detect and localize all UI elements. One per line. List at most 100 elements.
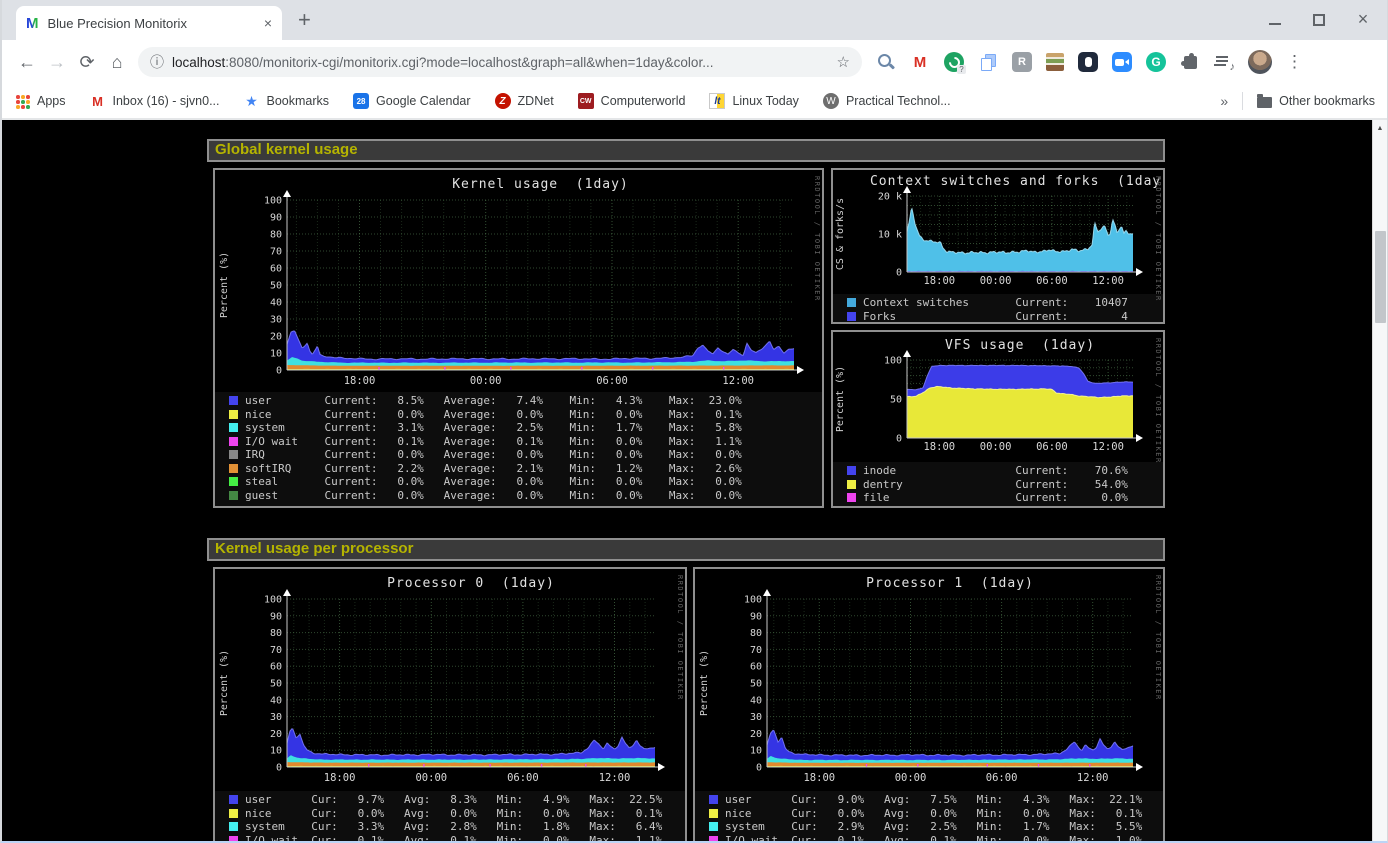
svg-text:40: 40 [750, 695, 762, 706]
legend-swatch [229, 795, 238, 804]
legend-text: system Cur: 2.9% Avg: 2.5% Min: 1.7% Max… [725, 820, 1142, 833]
vfs-usage-panel: RRDTOOL / TOBI OETIKER 10050018:0000:000… [831, 330, 1165, 508]
legend-row: user Cur: 9.7% Avg: 8.3% Min: 4.9% Max: … [229, 793, 685, 807]
scrollbar-thumb[interactable] [1375, 231, 1386, 323]
svg-text:12:00: 12:00 [1092, 441, 1124, 453]
context-switches-chart: 20 k10 k018:0000:0006:0012:00Context swi… [833, 170, 1163, 294]
svg-text:100: 100 [264, 196, 282, 207]
bstar-icon [244, 93, 260, 109]
legend-swatch [229, 477, 238, 486]
svg-text:100: 100 [264, 595, 282, 606]
bookmark-label: Inbox (16) - sjvn0... [113, 94, 220, 108]
svg-text:50: 50 [890, 395, 902, 406]
svg-text:Processor 0 (1day): Processor 0 (1day) [387, 576, 555, 591]
context-switches-panel: RRDTOOL / TOBI OETIKER 20 k10 k018:0000:… [831, 168, 1165, 324]
playlist-icon[interactable] [1214, 52, 1234, 72]
svg-text:00:00: 00:00 [470, 375, 502, 387]
legend-text: softIRQ Current: 2.2% Average: 2.1% Min:… [245, 462, 742, 475]
legend-row: softIRQ Current: 2.2% Average: 2.1% Min:… [229, 462, 822, 476]
svg-text:10: 10 [270, 746, 282, 757]
bookmark-zdnet[interactable]: ZDNet [495, 93, 554, 109]
legend-row: nice Current: 0.0% Average: 0.0% Min: 0.… [229, 408, 822, 422]
extensions-row [876, 52, 1234, 72]
section-title: Kernel usage per processor [215, 540, 413, 557]
legend-swatch [229, 450, 238, 459]
svg-text:60: 60 [270, 662, 282, 673]
legend-row: steal Current: 0.0% Average: 0.0% Min: 0… [229, 475, 822, 489]
lamp-icon[interactable] [1078, 52, 1098, 72]
tab-close-icon[interactable]: × [264, 15, 272, 31]
close-window-button[interactable]: × [1357, 14, 1369, 26]
scrollbar[interactable]: ▲ [1372, 120, 1387, 841]
zoomcam-icon[interactable] [1112, 52, 1132, 72]
legend-row: I/O wait Cur: 0.1% Avg: 0.1% Min: 0.0% M… [709, 834, 1163, 842]
bookmark-bstar[interactable]: Bookmarks [244, 93, 330, 109]
svg-text:00:00: 00:00 [415, 772, 447, 784]
rletter-icon[interactable] [1012, 52, 1032, 72]
legend-text: system Cur: 3.3% Avg: 2.8% Min: 1.8% Max… [245, 820, 662, 833]
legend-row: nice Cur: 0.0% Avg: 0.0% Min: 0.0% Max: … [709, 807, 1163, 821]
svg-text:Percent (%): Percent (%) [219, 650, 230, 716]
tab-monitorix[interactable]: M Blue Precision Monitorix × [16, 6, 282, 40]
bookmark-cw[interactable]: Computerworld [578, 93, 686, 109]
legend-row: nice Cur: 0.0% Avg: 0.0% Min: 0.0% Max: … [229, 807, 685, 821]
svg-text:18:00: 18:00 [344, 375, 376, 387]
grammarly-icon[interactable] [1146, 52, 1166, 72]
back-button[interactable]: ← [12, 52, 42, 73]
legend-text: nice Current: 0.0% Average: 0.0% Min: 0.… [245, 408, 742, 421]
home-button[interactable]: ⌂ [102, 52, 132, 73]
page-info-icon[interactable]: ⓘ [150, 52, 164, 72]
svg-text:80: 80 [750, 628, 762, 639]
svg-text:18:00: 18:00 [803, 772, 835, 784]
books-icon[interactable] [1046, 53, 1064, 71]
svg-text:10: 10 [750, 746, 762, 757]
bookmark-wp[interactable]: Practical Technol... [823, 93, 951, 109]
address-bar[interactable]: ⓘ localhost :8080/monitorix-cgi/monitori… [138, 47, 862, 77]
folder-icon [1257, 97, 1272, 108]
bookmarks-overflow-icon[interactable]: » [1220, 93, 1228, 109]
pages-icon[interactable] [978, 52, 998, 72]
legend-row: inode Current: 70.6% [847, 464, 1163, 478]
svg-text:30: 30 [750, 712, 762, 723]
section-header-per-processor: Kernel usage per processor [207, 538, 1165, 561]
wp-icon [823, 93, 839, 109]
legend-swatch [709, 795, 718, 804]
svg-text:Processor 1 (1day): Processor 1 (1day) [866, 576, 1034, 591]
search-icon[interactable] [876, 52, 896, 72]
divider [1242, 92, 1243, 110]
new-tab-button[interactable]: + [298, 7, 311, 33]
legend-swatch [229, 491, 238, 500]
svg-text:12:00: 12:00 [599, 772, 631, 784]
bookmark-gmail-s[interactable]: Inbox (16) - sjvn0... [90, 93, 220, 109]
puzzle-icon[interactable] [1180, 52, 1200, 72]
legend-swatch [847, 480, 856, 489]
bookmark-apps[interactable]: Apps [14, 93, 66, 109]
svg-text:20: 20 [750, 729, 762, 740]
svg-text:70: 70 [270, 645, 282, 656]
svg-text:12:00: 12:00 [1077, 772, 1109, 784]
maximize-button[interactable] [1313, 14, 1325, 26]
rrdtool-watermark: RRDTOOL / TOBI OETIKER [1154, 575, 1162, 701]
svg-text:20 k: 20 k [878, 192, 902, 203]
bookmark-cal[interactable]: Google Calendar [353, 93, 471, 109]
legend-swatch [229, 423, 238, 432]
vfs-usage-chart: 10050018:0000:0006:0012:00VFS usage (1da… [833, 332, 1163, 462]
forward-button[interactable]: → [42, 52, 72, 73]
legend-text: I/O wait Current: 0.1% Average: 0.1% Min… [245, 435, 742, 448]
legend-text: Context switches Current: 10407 [863, 296, 1128, 309]
other-bookmarks-button[interactable]: Other bookmarks [1257, 94, 1375, 108]
reload-button[interactable]: ⟳ [72, 52, 102, 73]
bookmarks-right: » Other bookmarks [1220, 92, 1375, 110]
voice-icon[interactable] [944, 52, 964, 72]
minimize-button[interactable] [1269, 14, 1281, 26]
profile-avatar[interactable] [1248, 50, 1272, 74]
tab-strip: M Blue Precision Monitorix × + × [2, 0, 1387, 40]
bookmark-star-icon[interactable]: ☆ [837, 53, 850, 71]
gmail-icon[interactable] [910, 52, 930, 72]
browser-menu-icon[interactable]: ⋮ [1286, 52, 1300, 72]
svg-text:70: 70 [270, 247, 282, 258]
scroll-up-icon[interactable]: ▲ [1373, 120, 1387, 136]
cal-icon [353, 93, 369, 109]
legend-text: nice Cur: 0.0% Avg: 0.0% Min: 0.0% Max: … [245, 807, 662, 820]
bookmark-lt[interactable]: Linux Today [709, 93, 799, 109]
